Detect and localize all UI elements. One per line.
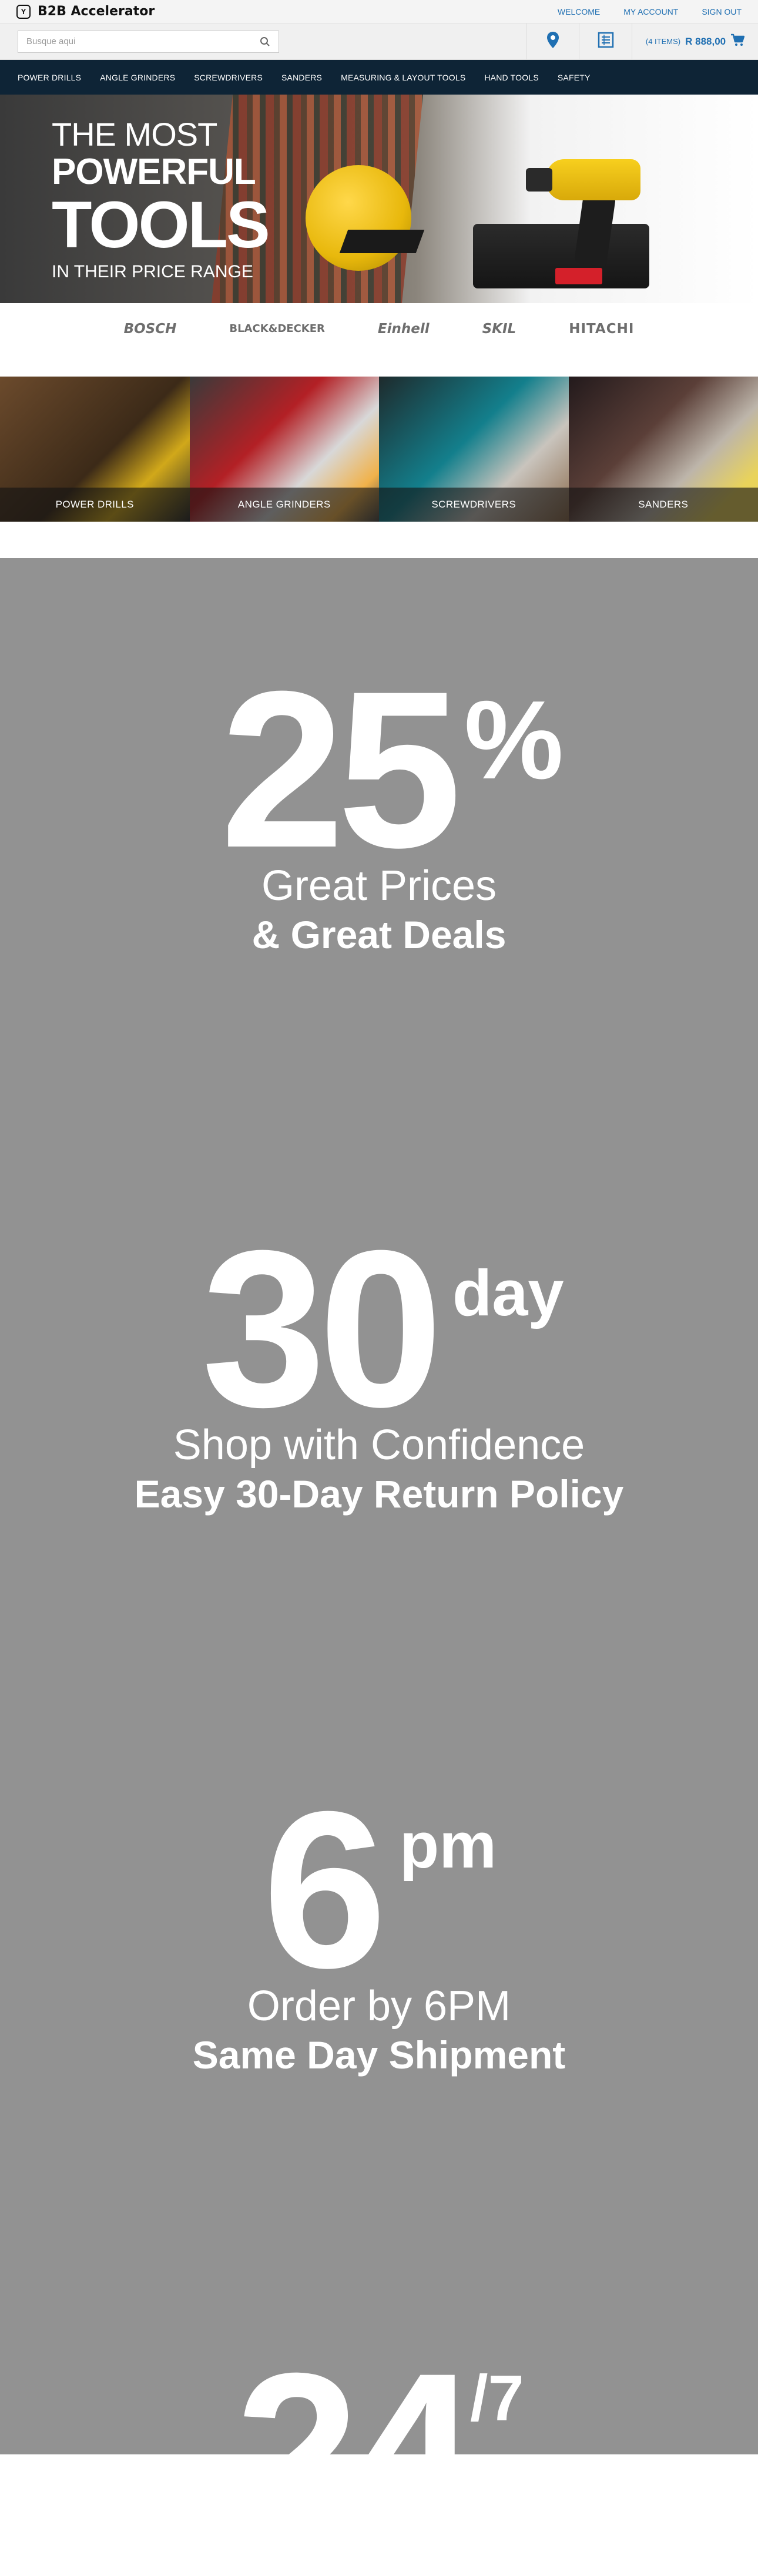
nav-item-power-drills[interactable]: POWER DRILLS [18,73,81,82]
sign-out-link[interactable]: SIGN OUT [702,7,742,16]
promo-big-number: 24 [235,2360,469,2543]
promo-banner-shipping[interactable]: 6 pm Order by 6PM Same Day Shipment [0,1799,758,2078]
promo-superscript: /7 [470,2366,524,2431]
hero-headline: THE MOST POWERFUL TOOLS IN THEIR PRICE R… [52,117,269,284]
promo-banner-returns[interactable]: 30 day Shop with Confidence Easy 30-Day … [0,1238,758,1517]
hero-drill-image [546,159,640,200]
tile-label: POWER DRILLS [0,488,190,522]
promo-line-2: Same Day Shipment [0,2031,758,2078]
nav-item-sanders[interactable]: SANDERS [281,73,322,82]
category-tile-angle-grinders[interactable]: ANGLE GRINDERS [190,377,380,522]
nav-item-safety[interactable]: SAFETY [558,73,591,82]
search-box [18,31,279,53]
cart-item-count: (4 ITEMS) [646,37,680,46]
hero-line-1: THE MOST [52,117,269,152]
store-locator-button[interactable] [526,23,579,60]
hero-banner[interactable]: THE MOST POWERFUL TOOLS IN THEIR PRICE R… [0,95,758,303]
brand-logo-hitachi[interactable]: HITACHI [569,321,634,337]
brand-logos: BOSCH BLACK&DECKER Einhell SKIL HITACHI [0,303,758,377]
hero-line-4: IN THEIR PRICE RANGE [52,260,269,284]
promo-big-number: 30 [202,1238,436,1420]
tile-label: ANGLE GRINDERS [190,488,380,522]
promo-big-row: 25 % [0,679,758,861]
location-pin-icon [546,31,560,52]
brand-logo-einhell[interactable]: Einhell [378,321,430,337]
cart-icon [730,33,744,49]
search-icon[interactable] [259,35,271,48]
category-nav: POWER DRILLS ANGLE GRINDERS SCREWDRIVERS… [0,60,758,95]
cart-total: R 888,00 [685,36,726,48]
search-row: (4 ITEMS) R 888,00 [0,23,758,60]
promo-section: 25 % Great Prices & Great Deals 30 day S… [0,558,758,2454]
nav-item-hand-tools[interactable]: HAND TOOLS [484,73,539,82]
category-tile-sanders[interactable]: SANDERS [569,377,758,522]
brand[interactable]: Y B2B Accelerator [16,4,155,19]
nav-item-measuring-layout-tools[interactable]: MEASURING & LAYOUT TOOLS [341,73,465,82]
tile-label: SANDERS [569,488,758,522]
hero-line-2: POWERFUL [52,152,269,192]
hero-line-3: TOOLS [52,192,269,258]
nav-item-screwdrivers[interactable]: SCREWDRIVERS [194,73,263,82]
nav-item-angle-grinders[interactable]: ANGLE GRINDERS [100,73,175,82]
brand-name: B2B Accelerator [38,4,155,19]
hero-hard-hat-rim [340,230,425,253]
promo-line-2: & Great Deals [0,911,758,958]
hero-tool-case-latch [555,268,602,284]
brand-logo-black-decker[interactable]: BLACK&DECKER [229,323,325,335]
top-utility-bar: Y B2B Accelerator WELCOME MY ACCOUNT SIG… [0,0,758,23]
promo-superscript: pm [400,1813,497,1878]
promo-superscript: % [464,684,564,796]
mini-cart[interactable]: (4 ITEMS) R 888,00 [632,23,758,60]
promo-line-2: Easy 30-Day Return Policy [0,1470,758,1517]
quick-order-button[interactable] [579,23,632,60]
brand-logo-bosch[interactable]: BOSCH [124,321,177,337]
tile-label: SCREWDRIVERS [379,488,569,522]
promo-big-number: 25 [220,679,455,861]
hero-drill-chuck [526,168,552,192]
account-links: WELCOME MY ACCOUNT SIGN OUT [558,7,742,16]
promo-big-row: 30 day [0,1238,758,1420]
category-tile-screwdrivers[interactable]: SCREWDRIVERS [379,377,569,522]
promo-banner-discount[interactable]: 25 % Great Prices & Great Deals [0,679,758,958]
my-account-link[interactable]: MY ACCOUNT [623,7,678,16]
welcome-link[interactable]: WELCOME [558,7,600,16]
section-spacer [0,522,758,558]
promo-big-row: 24 /7 [0,2360,758,2543]
promo-banner-support[interactable]: 24 /7 [0,2360,758,2543]
quick-order-icon [598,32,614,51]
search-input[interactable] [25,36,259,47]
category-tiles: POWER DRILLS ANGLE GRINDERS SCREWDRIVERS… [0,377,758,522]
promo-big-row: 6 pm [0,1799,758,1981]
brand-logo-skil[interactable]: SKIL [482,321,516,337]
promo-big-number: 6 [263,1799,380,1981]
promo-superscript: day [452,1261,564,1326]
hero-hard-hat-image [306,165,411,271]
category-tile-power-drills[interactable]: POWER DRILLS [0,377,190,522]
brand-logo-icon: Y [16,5,31,19]
